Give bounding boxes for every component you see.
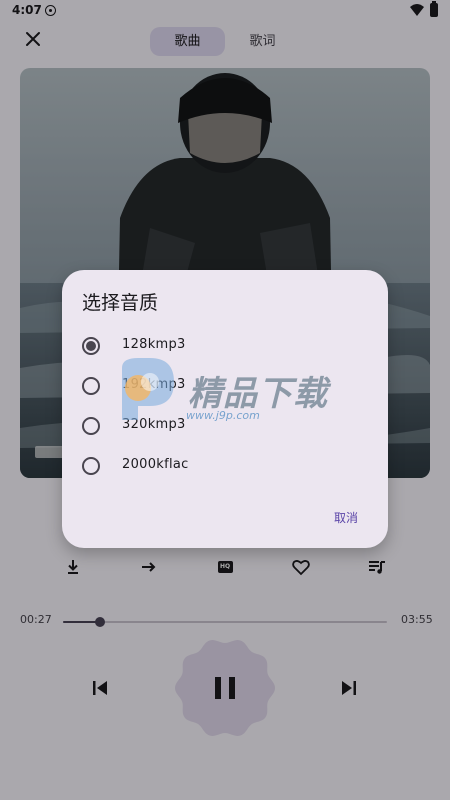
cancel-button[interactable]: 取消 <box>316 506 376 530</box>
radio-button[interactable] <box>82 377 100 395</box>
watermark-title: 精品下载 <box>188 374 328 414</box>
radio-button[interactable] <box>82 417 100 435</box>
dialog-title: 选择音质 <box>82 292 159 314</box>
option-label: 2000kflac <box>122 457 189 472</box>
option-label: 128kmp3 <box>122 337 186 352</box>
watermark-url: www.j9p.com <box>186 409 260 422</box>
quality-option-2000[interactable]: 2000kflac <box>82 450 372 482</box>
watermark-logo-icon <box>122 358 174 420</box>
watermark: 精品下载 www.j9p.com <box>116 356 366 426</box>
music-player-screen: 4:07 歌曲 歌词 HQ 00:27 03:55 选择音质 128kmp3 3… <box>0 0 450 800</box>
radio-button[interactable] <box>82 457 100 475</box>
radio-button[interactable] <box>82 337 100 355</box>
